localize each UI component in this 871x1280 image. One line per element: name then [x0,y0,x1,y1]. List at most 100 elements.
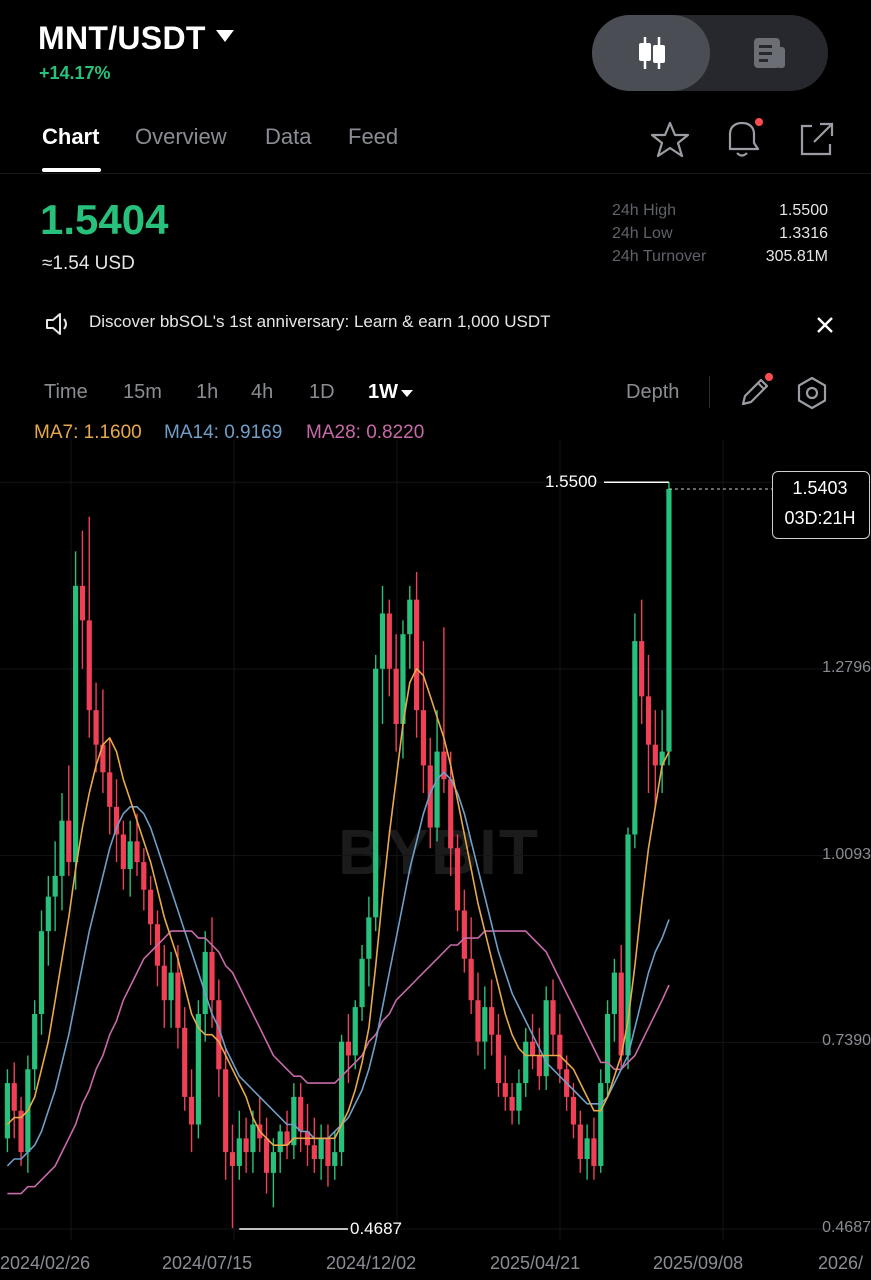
candle-body [338,1041,345,1153]
stat-label-turnover: 24h Turnover [612,248,707,265]
stat-value-high: 1.5500 [779,202,828,219]
candle-body [107,772,113,807]
tab-data[interactable]: Data [265,124,311,150]
ma14-line [6,771,670,1167]
tab-active-indicator [42,168,101,172]
candle-countdown: 03D:21H [784,508,856,528]
candle-body [516,1083,522,1111]
candle-body [73,585,79,863]
timeframe-1w[interactable]: 1W [368,381,398,404]
candle-body [209,951,215,1001]
candle-body [263,1138,270,1173]
candle-body [468,958,474,1001]
stat-label-high: 24h High [612,202,677,219]
timeframe-1h[interactable]: 1h [196,381,218,404]
candle-body [420,710,427,766]
usd-value: ≈1.54 USD [42,253,135,274]
view-toggle-info[interactable] [710,15,828,91]
candle-body [332,1152,338,1166]
view-toggle-chart[interactable] [592,15,710,91]
candle-body [482,1007,488,1042]
candle-body [120,834,126,869]
candle-body [536,1055,542,1077]
candle-body [250,1124,256,1153]
star-icon[interactable] [650,120,690,160]
depth-tab[interactable]: Depth [626,381,679,404]
candle-body [509,1096,515,1111]
high-marker-label: 1.5500 [545,472,597,491]
bell-icon[interactable] [722,116,766,160]
tab-chart[interactable]: Chart [42,124,99,150]
price-change: +14.17% [39,63,111,83]
ma28-line [7,930,670,1195]
candle-body [577,1124,583,1160]
timeframe-time[interactable]: Time [44,381,88,404]
candle-body [448,779,454,849]
candle-body [38,931,45,1015]
pair-dropdown-caret-icon[interactable] [216,30,234,42]
share-icon[interactable] [796,120,836,160]
candle-body [475,1000,481,1042]
candle-body [113,806,120,835]
candle-body [52,875,58,897]
toolbar-divider [709,376,710,408]
candle-body [557,1034,563,1070]
candle-body [352,1007,358,1056]
candle-body [236,1138,242,1166]
candle-body [93,710,99,745]
pair-title[interactable]: MNT/USDT [38,20,206,57]
tab-overview[interactable]: Overview [135,124,227,150]
announcement-text[interactable]: Discover bbSOL's 1st anniversary: Learn … [89,312,551,332]
candle-body [373,668,379,918]
candle-body [502,1083,508,1097]
candle-body [202,951,208,1015]
last-price-tag-value: 1.5403 [792,478,848,498]
candle-body [604,1014,611,1084]
y-tick-label: 1.2796 [822,659,871,676]
x-tick-label: 2024/12/02 [326,1253,417,1273]
candle-body [489,1007,495,1035]
header-divider [0,173,871,174]
candle-body [386,613,392,669]
candle-body [127,841,133,869]
candle-body [243,1138,249,1153]
x-tick-label: 2025/04/21 [490,1253,581,1273]
tab-feed[interactable]: Feed [348,124,398,150]
candle-body [454,848,461,911]
close-icon[interactable] [815,315,835,335]
timeframe-4h[interactable]: 4h [251,381,273,404]
candle-body [32,1014,38,1070]
candle-body [325,1138,331,1166]
timeframe-15m[interactable]: 15m [123,381,162,404]
candle-body [270,1152,276,1173]
candle-body [645,696,652,745]
timeframe-1d[interactable]: 1D [309,381,335,404]
last-price: 1.5404 [40,196,169,243]
settings-icon[interactable] [795,376,829,410]
candle-body [168,972,174,1001]
candle-body [175,972,181,1028]
candle-body [161,965,167,1001]
candle-body [366,917,372,959]
candlestick-chart[interactable] [0,440,871,1240]
candle-body [570,1096,577,1125]
candle-body [632,641,638,835]
pencil-icon[interactable] [737,372,775,410]
candle-body [277,1131,283,1153]
candle-body [148,889,154,925]
candle-body [434,751,440,828]
candle-body [318,1138,324,1160]
x-tick-label: 2026/ [818,1253,864,1273]
x-tick-label: 2025/09/08 [653,1253,744,1273]
timeframe-caret-icon[interactable] [401,390,413,397]
candle-body [86,620,92,711]
candle-body [523,1041,529,1084]
document-icon [754,38,785,68]
candle-body [529,1041,536,1056]
candle-body [550,1000,556,1035]
y-tick-label: 0.4687 [822,1219,871,1236]
x-tick-label: 2024/02/26 [0,1253,91,1273]
y-tick-label: 0.7390 [822,1032,871,1049]
candle-body [393,668,399,724]
candle-body [298,1096,304,1132]
